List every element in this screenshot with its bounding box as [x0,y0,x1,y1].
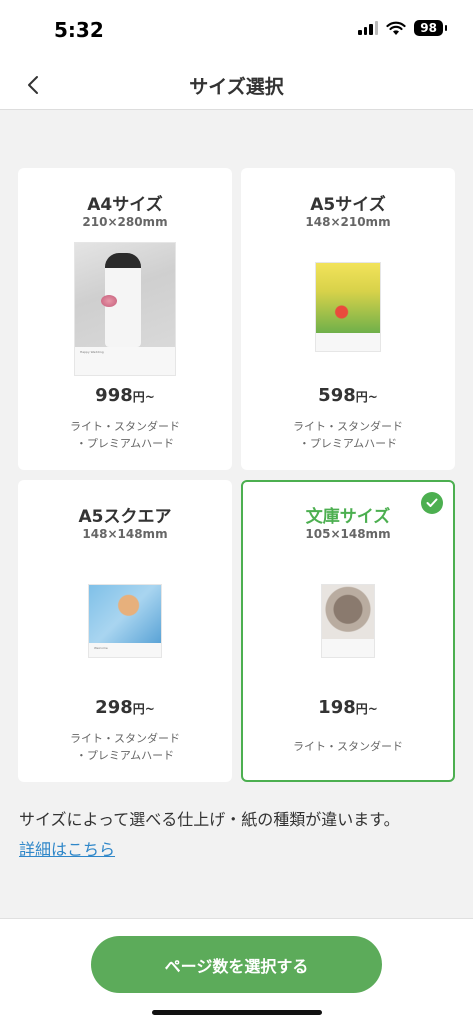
home-indicator [152,1010,322,1015]
status-bar: 5:32 98 [0,0,473,60]
sample-photobook-image [321,584,375,658]
size-dimensions: 148×148mm [82,527,168,541]
size-dimensions: 105×148mm [305,527,391,541]
price-value: 998 [95,385,133,406]
sample-photobook-image: Welcome [88,584,162,658]
finish-line: ライト・スタンダード [293,420,403,433]
price: 998円~ [20,385,230,406]
tulip-photo [316,263,380,333]
size-card-a5[interactable]: A5サイズ 148×210mm 598円~ ライト・スタンダード ・プレミアムハ… [241,168,455,470]
sample-photobook-image: Happy Wedding [74,242,176,376]
status-time: 5:32 [54,18,104,42]
nav-bar: サイズ選択 [0,60,473,110]
size-name: A4サイズ [87,195,163,215]
price: 598円~ [243,385,453,406]
wedding-photo [75,243,175,347]
status-icons: 98 [358,20,447,36]
price-value: 598 [318,385,356,406]
finish-line: ・プレミアムハード [75,749,175,762]
price: 198円~ [243,697,453,718]
finish-types: ライト・スタンダード [243,738,453,755]
finish-line: ライト・スタンダード [293,740,403,753]
sample-photobook-image [315,262,381,352]
size-name: 文庫サイズ [305,507,391,527]
price-unit: 円~ [132,390,155,404]
cat-photo [322,585,374,639]
finish-types: ライト・スタンダード ・プレミアムハード [20,730,230,764]
size-name: A5スクエア [78,507,172,527]
price-value: 198 [318,697,356,718]
price-unit: 円~ [355,390,378,404]
price-value: 298 [95,697,133,718]
finish-line: ライト・スタンダード [70,420,180,433]
bottom-bar: ページ数を選択する [0,918,473,1024]
thumb-caption: Happy Wedding [80,350,104,354]
price-unit: 円~ [132,702,155,716]
battery-indicator: 98 [414,20,447,36]
size-card-a5-square[interactable]: A5スクエア 148×148mm Welcome 298円~ ライト・スタンダー… [18,480,232,782]
finish-types: ライト・スタンダード ・プレミアムハード [243,418,453,452]
size-name: A5サイズ [310,195,386,215]
size-card-bunko[interactable]: 文庫サイズ 105×148mm 198円~ ライト・スタンダード [241,480,455,782]
size-dimensions: 210×280mm [82,215,168,229]
thumb-caption: Welcome [94,646,108,650]
price: 298円~ [20,697,230,718]
size-dimensions: 148×210mm [305,215,391,229]
size-card-a4[interactable]: A4サイズ 210×280mm Happy Wedding 998円~ ライト・… [18,168,232,470]
wifi-icon [386,21,406,35]
select-page-count-button[interactable]: ページ数を選択する [91,936,382,993]
details-link[interactable]: 詳細はこちら [19,836,115,860]
size-grid: A4サイズ 210×280mm Happy Wedding 998円~ ライト・… [18,168,455,782]
ice-cream-photo [89,585,161,643]
price-unit: 円~ [355,702,378,716]
page-title: サイズ選択 [189,76,284,98]
signal-icon [358,21,379,35]
finish-line: ライト・スタンダード [70,732,180,745]
finish-line: ・プレミアムハード [75,437,175,450]
finish-line: ・プレミアムハード [298,437,398,450]
size-note: サイズによって選べる仕上げ・紙の種類が違います。 [19,810,400,829]
finish-types: ライト・スタンダード ・プレミアムハード [20,418,230,452]
